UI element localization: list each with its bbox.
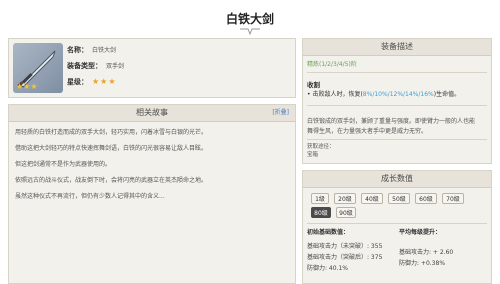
base-atk-value: 基础攻击力（未突破）: 355 [307,243,383,250]
lore-line: 借助这把大剑轻巧的特点快速挥舞剑语，白铁的闪光很容易让敌人目眩。 [15,145,208,152]
flavor-text-line: 舞得生风，在力量强大者手中更是威力无穷。 [307,128,428,135]
growth-panel: 成长数值 1级 20级 40级 50级 60级 70级 80级 90级 初始基础… [302,170,492,284]
level-button-1[interactable]: 1级 [311,193,329,204]
refine-level-link[interactable]: 精炼(1/2/3/4/5)阶 [307,59,357,68]
level-button-70[interactable]: 70级 [442,193,464,204]
effect-suffix: )生命值。 [433,91,461,98]
lore-panel: 相关故事 [折叠] 用轻质的白铁打造而成的双手大剑，轻巧实用，闪着冰雪与白银的光… [8,104,296,284]
weapon-type-value: 双手剑 [106,63,125,70]
divider [307,223,487,224]
level-button-90[interactable]: 90级 [336,207,356,218]
weapon-rarity-row: 星级： ★★★ [67,77,117,87]
weapon-name-value: 白铁大剑 [92,47,117,54]
lore-line: 依照远古的战斗仪式，战友倒下时，会将闪亮的武器立在英杰陨命之地。 [15,177,208,184]
effect-values: 8%/10%/12%/14%/16% [362,91,434,98]
avg-atk-value: 基础攻击力: + 2.60 [399,249,454,256]
weapon-type-row: 装备类型： 双手剑 [67,61,124,71]
flavor-text-line: 白铁锻成的双手剑，兼顾了重量与强度。即使臂力一般的人也能 [307,118,476,125]
divider [307,72,487,73]
lore-line: 用轻质的白铁打造而成的双手大剑，轻巧实用，闪着冰雪与白银的光芒。 [15,129,208,136]
lore-header: 相关故事 [折叠] [9,105,295,122]
rarity-stars: ★★★ [92,77,117,86]
description-panel: 装备描述 精炼(1/2/3/4/5)阶 收割 • 击败敌人时，恢复(8%/10%… [302,38,492,164]
effect-text: • 击败敌人时，恢复(8%/10%/12%/14%/16%)生命值。 [307,89,460,98]
source-value: 宝箱 [307,152,319,158]
lore-line: 但这把剑通常不是作为武器使用的。 [15,161,112,168]
avg-growth-header: 平均每级提升： [399,229,442,236]
description-header: 装备描述 [303,39,491,56]
effect-prefix: • 击败敌人时，恢复( [307,91,363,98]
growth-header: 成长数值 [303,171,491,188]
effect-title: 收割 [307,81,320,89]
divider [307,139,487,140]
weapon-type-label: 装备类型： [67,62,102,70]
weapon-card: ★★★ 名称： 白铁大剑 装备类型： 双手剑 星级： ★★★ [8,38,296,98]
lore-line: 虽然这种仪式不再流行，但仍有少数人记得其中的含义... [15,193,165,200]
lore-header-title: 相关故事 [136,108,168,117]
level-button-80[interactable]: 80级 [311,207,331,218]
page-title: 白铁大剑 [225,12,274,26]
weapon-name-row: 名称： 白铁大剑 [67,45,116,55]
level-button-40[interactable]: 40级 [361,193,383,204]
fold-link[interactable]: [折叠] [272,105,289,121]
weapon-rarity-label: 星级： [67,78,88,86]
level-button-50[interactable]: 50级 [388,193,410,204]
level-button-20[interactable]: 20级 [334,193,356,204]
weapon-name-label: 名称： [67,46,88,54]
avg-def-value: 防御力: +0.38% [399,260,446,267]
weapon-image: ★★★ [13,43,63,93]
base-atk-ascended-value: 基础攻击力（突破后）: 375 [307,254,383,261]
base-stats-header: 初始基础数值： [307,229,350,236]
weapon-rarity-stars: ★★★ [16,82,38,91]
divider [307,105,487,106]
base-def-value: 防御力: 40.1% [307,265,348,272]
title-ornament-icon [240,28,260,36]
level-button-60[interactable]: 60级 [415,193,437,204]
